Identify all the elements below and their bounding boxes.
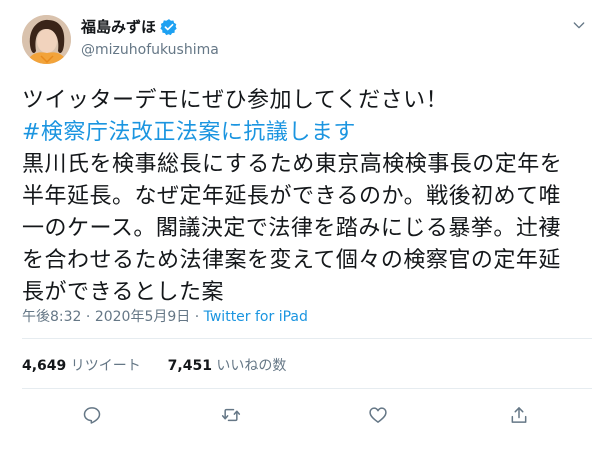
tweet-actions xyxy=(22,400,592,430)
tweet-line: 長ができるとした案 xyxy=(22,280,225,305)
retweets-label: リツイート xyxy=(70,358,141,374)
avatar[interactable] xyxy=(22,15,71,64)
tweet-source-link[interactable]: Twitter for iPad xyxy=(204,309,308,325)
user-handle[interactable]: @mizuhofukushima xyxy=(81,41,219,59)
reply-icon xyxy=(83,407,101,424)
divider xyxy=(22,388,592,389)
like-icon xyxy=(369,407,387,423)
more-chevron-icon xyxy=(573,22,585,29)
tweet-metadata: 午後8:32 · 2020年5月9日 · Twitter for iPad xyxy=(22,308,308,326)
tweet-date[interactable]: 2020年5月9日 xyxy=(95,309,190,325)
likes-label: いいねの数 xyxy=(216,358,287,374)
retweet-button[interactable] xyxy=(216,400,246,430)
display-name[interactable]: 福島みずほ xyxy=(81,17,156,37)
tweet-line: 一のケース。閣議決定で法律を踏みにじる暴挙。辻褄 xyxy=(22,216,561,241)
share-icon xyxy=(511,407,527,423)
hashtag-link[interactable]: #検察庁法改正法案に抗議します xyxy=(22,117,592,149)
tweet-line: 半年延長。なぜ定年延長ができるのか。戦後初めて唯 xyxy=(22,184,562,209)
avatar-photo xyxy=(22,15,71,64)
tweet-line: を合わせるため法律案を変えて個々の検察官の定年延 xyxy=(22,248,561,273)
divider xyxy=(22,338,592,339)
tweet-line: ツイッターデモにぜひ参加してください！ xyxy=(22,88,449,113)
retweets-count: 4,649 xyxy=(22,358,67,374)
tweet-card: 福島みずほ @mizuhofukushima ツイッターデモにぜひ参加してくださ… xyxy=(0,0,609,449)
retweets-stat[interactable]: 4,649 リツイート xyxy=(22,358,141,374)
verified-badge-icon xyxy=(160,18,178,36)
likes-count: 7,451 xyxy=(167,358,212,374)
more-options-button[interactable] xyxy=(566,14,592,36)
likes-stat[interactable]: 7,451 いいねの数 xyxy=(168,358,287,374)
tweet-time[interactable]: 午後8:32 xyxy=(22,309,81,325)
share-button[interactable] xyxy=(504,400,534,430)
like-button[interactable] xyxy=(363,400,393,430)
user-name-row: 福島みずほ xyxy=(81,17,178,37)
retweet-icon xyxy=(221,408,241,422)
tweet-stats: 4,649 リツイート 7,451 いいねの数 xyxy=(22,357,286,375)
tweet-text: ツイッターデモにぜひ参加してください！ #検察庁法改正法案に抗議します 黒川氏を… xyxy=(22,85,592,309)
reply-button[interactable] xyxy=(77,400,107,430)
meta-separator: · xyxy=(190,309,204,325)
tweet-line: 黒川氏を検事総長にするため東京高検検事長の定年を xyxy=(22,152,563,177)
meta-separator: · xyxy=(81,309,95,325)
